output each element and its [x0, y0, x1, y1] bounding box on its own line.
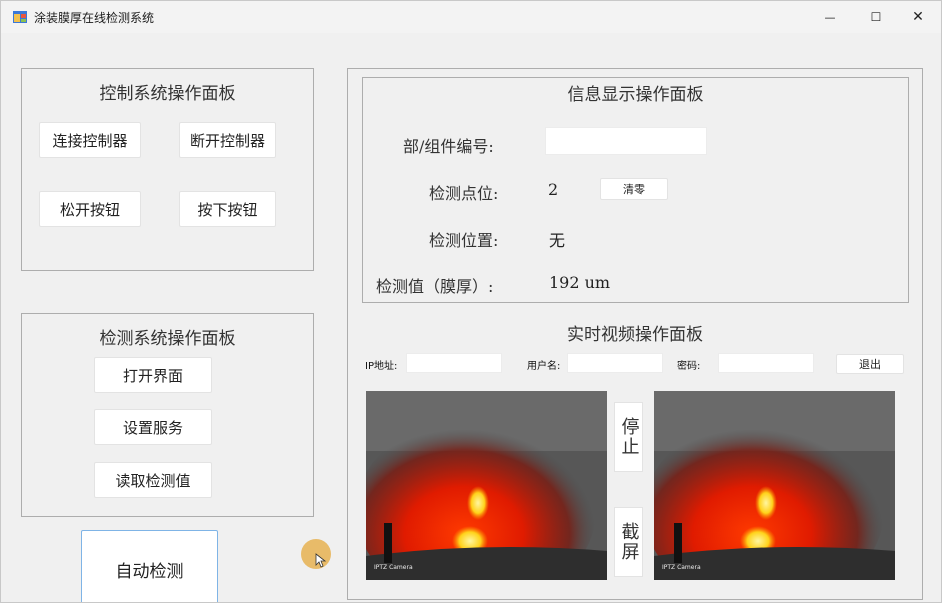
- detect-panel-title: 检测系统操作面板: [99, 329, 236, 349]
- ip-input[interactable]: [406, 353, 502, 373]
- control-panel-title: 控制系统操作面板: [99, 84, 236, 104]
- app-window-icon: [13, 11, 27, 23]
- detect-panel: 检测系统操作面板 打开界面 设置服务 读取检测值: [21, 313, 314, 517]
- exit-button[interactable]: 退出: [836, 354, 904, 374]
- title-bar[interactable]: 涂装膜厚在线检测系统 — ☐ ✕: [1, 1, 941, 33]
- open-ui-button[interactable]: 打开界面: [94, 357, 212, 393]
- settings-service-button[interactable]: 设置服务: [94, 409, 212, 445]
- thickness-label: 检测值（膜厚）:: [376, 277, 494, 296]
- stop-button[interactable]: 停止: [614, 402, 643, 472]
- auto-detect-button[interactable]: 自动检测: [81, 530, 218, 602]
- password-input[interactable]: [718, 353, 814, 373]
- video-feed-left: IPTZ Camera: [366, 391, 607, 580]
- point-label: 检测点位:: [429, 184, 499, 203]
- maximize-button[interactable]: ☐: [853, 1, 899, 33]
- point-value: 2: [548, 180, 559, 199]
- clear-button[interactable]: 清零: [600, 178, 668, 200]
- position-label: 检测位置:: [429, 231, 499, 250]
- minimize-icon: —: [824, 10, 836, 24]
- minimize-button[interactable]: —: [807, 1, 853, 33]
- main-window: 涂装膜厚在线检测系统 — ☐ ✕ 控制系统操作面板 连接控制器 断开控制器 松开…: [0, 0, 942, 603]
- username-input[interactable]: [567, 353, 663, 373]
- info-panel-title: 信息显示操作面板: [567, 85, 704, 105]
- password-label: 密码:: [677, 361, 701, 372]
- press-button[interactable]: 按下按钮: [179, 191, 276, 227]
- camera-caption-left: IPTZ Camera: [374, 564, 413, 571]
- window-title: 涂装膜厚在线检测系统: [34, 11, 155, 25]
- maximize-icon: ☐: [870, 10, 882, 24]
- part-number-input[interactable]: [545, 127, 707, 155]
- part-number-label: 部/组件编号:: [403, 137, 494, 156]
- release-button[interactable]: 松开按钮: [39, 191, 141, 227]
- right-panel: 信息显示操作面板 部/组件编号: 检测点位: 2 清零 检测位置: 无 检测值（…: [347, 68, 923, 600]
- camera-caption-right: IPTZ Camera: [662, 564, 701, 571]
- connect-controller-button[interactable]: 连接控制器: [39, 122, 141, 158]
- video-feed-right: IPTZ Camera: [654, 391, 895, 580]
- close-icon: ✕: [912, 9, 924, 25]
- control-panel: 控制系统操作面板 连接控制器 断开控制器 松开按钮 按下按钮: [21, 68, 314, 271]
- position-value: 无: [549, 231, 566, 250]
- client-area: 控制系统操作面板 连接控制器 断开控制器 松开按钮 按下按钮 检测系统操作面板 …: [1, 33, 941, 602]
- thickness-value: 192 um: [549, 273, 611, 292]
- mouse-cursor-icon: [301, 539, 331, 569]
- info-panel: 信息显示操作面板 部/组件编号: 检测点位: 2 清零 检测位置: 无 检测值（…: [362, 77, 909, 303]
- disconnect-controller-button[interactable]: 断开控制器: [179, 122, 276, 158]
- read-value-button[interactable]: 读取检测值: [94, 462, 212, 498]
- capture-button[interactable]: 截屏: [614, 507, 643, 577]
- ip-label: IP地址:: [365, 361, 398, 372]
- close-button[interactable]: ✕: [895, 1, 941, 33]
- video-panel-title: 实时视频操作面板: [567, 325, 703, 345]
- username-label: 用户名:: [527, 361, 561, 372]
